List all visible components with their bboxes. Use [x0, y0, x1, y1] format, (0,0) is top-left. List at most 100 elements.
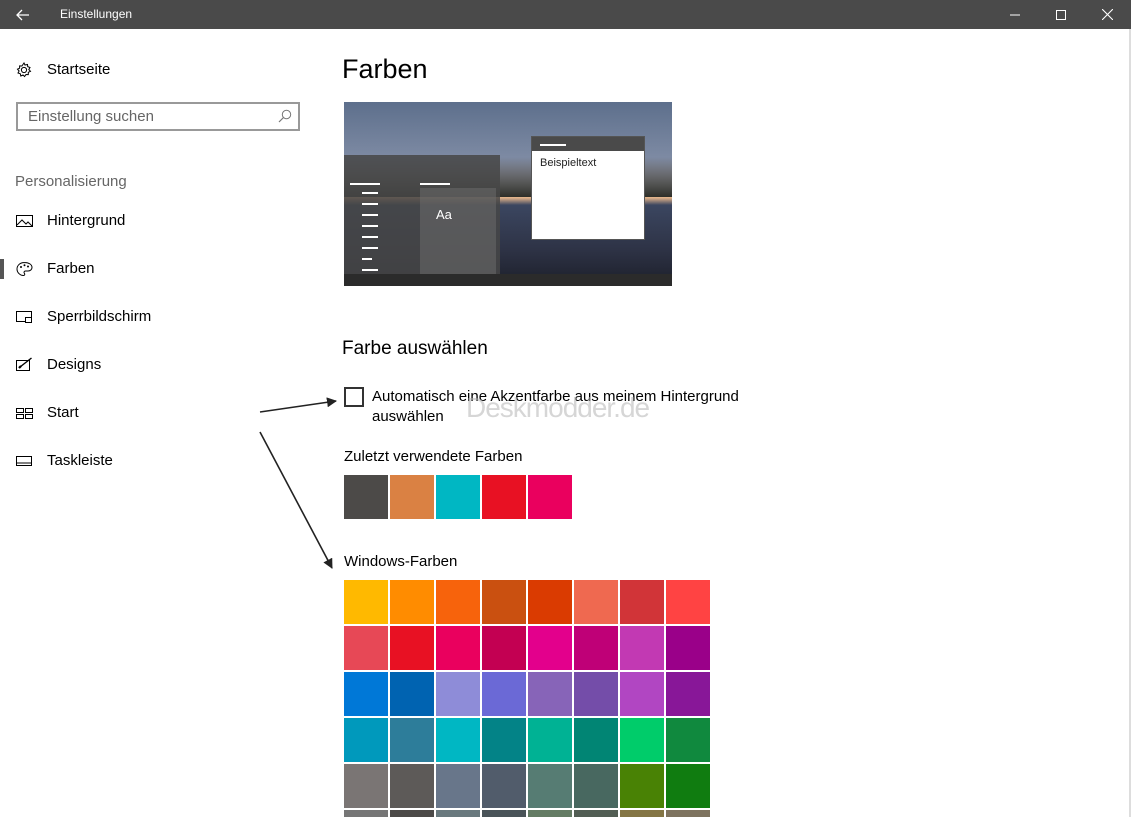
window-title: Einstellungen [60, 7, 133, 21]
color-swatch[interactable] [574, 718, 618, 762]
minimize-button[interactable] [992, 0, 1038, 29]
home-link[interactable]: Startseite [16, 61, 110, 78]
color-swatch[interactable] [482, 626, 526, 670]
sidebar-item-taskleiste[interactable]: Taskleiste [0, 441, 320, 481]
color-swatch[interactable] [436, 626, 480, 670]
recent-colors-grid [344, 475, 710, 519]
sidebar: Startseite Personalisierung Hintergrund … [0, 29, 320, 817]
section-label: Personalisierung [15, 173, 127, 190]
color-swatch[interactable] [620, 626, 664, 670]
color-swatch[interactable] [574, 580, 618, 624]
color-swatch[interactable] [574, 810, 618, 817]
color-swatch[interactable] [390, 672, 434, 716]
color-swatch[interactable] [620, 580, 664, 624]
preview-menu-line [362, 258, 372, 260]
choose-color-heading: Farbe auswählen [342, 338, 488, 359]
color-swatch[interactable] [344, 672, 388, 716]
preview-menu-line [362, 269, 378, 271]
preview-menu-line [350, 183, 380, 185]
color-swatch[interactable] [620, 764, 664, 808]
color-preview: Aa Beispieltext [344, 102, 672, 286]
page-title: Farben [342, 54, 428, 84]
taskbar-icon [16, 456, 32, 466]
close-button[interactable] [1084, 0, 1130, 29]
home-label: Startseite [47, 61, 111, 78]
preview-tile-text: Aa [436, 207, 452, 222]
sidebar-item-hintergrund[interactable]: Hintergrund [0, 201, 320, 241]
start-tiles-icon [16, 408, 33, 419]
color-swatch[interactable] [390, 580, 434, 624]
color-swatch[interactable] [528, 580, 572, 624]
color-swatch[interactable] [344, 580, 388, 624]
maximize-button[interactable] [1038, 0, 1084, 29]
color-swatch[interactable] [344, 475, 388, 519]
color-swatch[interactable] [482, 810, 526, 817]
sidebar-item-start[interactable]: Start [0, 393, 320, 433]
color-swatch[interactable] [620, 718, 664, 762]
color-swatch[interactable] [528, 626, 572, 670]
color-swatch[interactable] [666, 764, 710, 808]
auto-accent-checkbox[interactable] [344, 387, 364, 407]
color-swatch[interactable] [620, 672, 664, 716]
color-swatch[interactable] [436, 764, 480, 808]
windows-colors-label: Windows-Farben [344, 553, 458, 570]
palette-icon [16, 261, 33, 277]
color-swatch[interactable] [482, 718, 526, 762]
sidebar-item-label: Farben [47, 260, 95, 277]
color-swatch[interactable] [666, 718, 710, 762]
color-swatch[interactable] [344, 764, 388, 808]
sidebar-item-label: Taskleiste [47, 452, 113, 469]
back-button[interactable] [0, 0, 46, 29]
preview-menu-line [362, 203, 378, 205]
color-swatch[interactable] [482, 475, 526, 519]
color-swatch[interactable] [666, 810, 710, 817]
color-swatch[interactable] [528, 718, 572, 762]
color-swatch[interactable] [528, 764, 572, 808]
color-swatch[interactable] [390, 475, 434, 519]
color-swatch[interactable] [344, 810, 388, 817]
color-swatch[interactable] [482, 764, 526, 808]
color-swatch[interactable] [666, 626, 710, 670]
color-swatch[interactable] [344, 626, 388, 670]
preview-window: Beispieltext [531, 136, 645, 240]
color-swatch[interactable] [436, 810, 480, 817]
search-box[interactable] [16, 102, 300, 131]
watermark: Deskmodder.de [466, 392, 650, 423]
preview-menu-line [362, 236, 378, 238]
color-swatch[interactable] [390, 764, 434, 808]
sidebar-item-label: Start [47, 404, 79, 421]
color-swatch[interactable] [436, 580, 480, 624]
color-swatch[interactable] [528, 672, 572, 716]
color-swatch[interactable] [390, 626, 434, 670]
color-swatch[interactable] [482, 580, 526, 624]
preview-menu-line [362, 214, 378, 216]
color-swatch[interactable] [436, 672, 480, 716]
preview-tiles [420, 188, 496, 274]
color-swatch[interactable] [574, 626, 618, 670]
title-bar: Einstellungen [0, 0, 1131, 29]
color-swatch[interactable] [482, 672, 526, 716]
sidebar-item-sperrbildschirm[interactable]: Sperrbildschirm [0, 297, 320, 337]
color-swatch[interactable] [666, 580, 710, 624]
color-swatch[interactable] [344, 718, 388, 762]
color-swatch[interactable] [574, 672, 618, 716]
gear-icon [16, 61, 32, 77]
color-swatch[interactable] [528, 810, 572, 817]
color-swatch[interactable] [390, 718, 434, 762]
color-swatch[interactable] [574, 764, 618, 808]
sidebar-item-label: Sperrbildschirm [47, 308, 152, 325]
maximize-icon [1056, 9, 1066, 20]
color-swatch[interactable] [390, 810, 434, 817]
search-input[interactable] [18, 104, 278, 129]
color-swatch[interactable] [436, 475, 480, 519]
search-icon[interactable] [278, 109, 292, 123]
sidebar-item-designs[interactable]: Designs [0, 345, 320, 385]
preview-window-titlebar [532, 137, 644, 151]
sidebar-item-farben[interactable]: Farben [0, 249, 320, 289]
color-swatch[interactable] [436, 718, 480, 762]
color-swatch[interactable] [666, 672, 710, 716]
color-swatch[interactable] [620, 810, 664, 817]
recent-colors-label: Zuletzt verwendete Farben [344, 448, 523, 465]
color-swatch[interactable] [528, 475, 572, 519]
close-icon [1101, 9, 1113, 20]
